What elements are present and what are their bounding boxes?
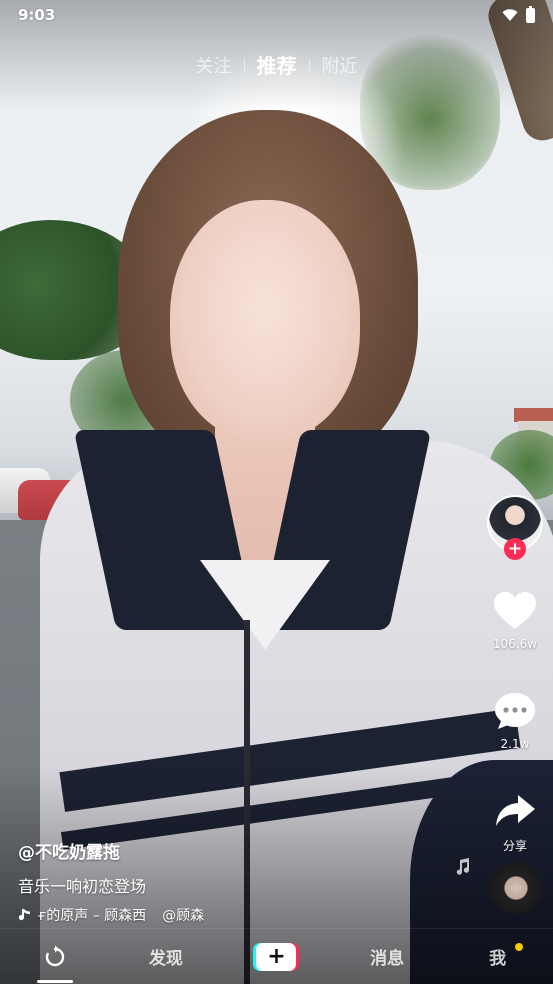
action-column: + 106.6w 2.1w 分享 [485,495,545,854]
comment-icon [495,693,535,729]
status-icons [502,5,535,23]
wifi-icon [502,9,518,21]
nav-create[interactable]: + [221,929,332,984]
active-tab-indicator [37,979,74,983]
music-track: ғ的原声 – 顾森西 [38,908,147,924]
battery-icon [526,5,535,23]
video-info: @不吃奶露拖 音乐一响初恋登场 ғ的原声 – 顾森西 @顾森 [18,838,418,925]
tab-following[interactable]: 关注 [184,52,244,78]
like-button[interactable]: 106.6w [493,591,537,651]
nav-home[interactable] [0,929,111,984]
notification-dot [514,942,523,951]
bottom-nav: 发现 + 消息 我 [0,928,553,984]
music-disc[interactable] [490,862,542,914]
tab-nearby[interactable]: 附近 [310,52,370,78]
create-button[interactable]: + [253,942,300,971]
comment-count: 2.1w [500,737,530,751]
refresh-icon [46,945,65,966]
nav-me-label: 我 [489,949,507,969]
comment-button[interactable]: 2.1w [493,691,537,751]
music-author: @顾森 [162,908,205,924]
video-frame[interactable] [0,0,553,984]
music-row[interactable]: ғ的原声 – 顾森西 @顾森 [18,905,418,925]
feed-tabs: 关注 推荐 附近 [0,50,553,79]
music-note-icon [18,909,30,921]
floating-music-note-icon [456,858,470,875]
status-time: 9:03 [18,6,56,24]
heart-icon [493,592,536,629]
nav-discover[interactable]: 发现 [111,929,222,984]
status-bar: 9:03 [0,0,553,30]
author-name[interactable]: @不吃奶露拖 [18,838,418,863]
share-button[interactable]: 分享 [493,791,537,854]
nav-me[interactable]: 我 [442,929,553,984]
video-description: 音乐一响初恋登场 [18,877,147,896]
plus-icon: + [256,942,297,971]
tab-recommended[interactable]: 推荐 [245,50,309,79]
like-count: 106.6w [492,637,538,651]
share-icon [496,795,535,826]
nav-messages[interactable]: 消息 [332,929,443,984]
creator-avatar[interactable]: + [487,495,543,560]
follow-button[interactable]: + [504,538,526,560]
background-house-roof [514,408,553,422]
person-face [170,200,360,440]
share-label: 分享 [502,839,527,853]
